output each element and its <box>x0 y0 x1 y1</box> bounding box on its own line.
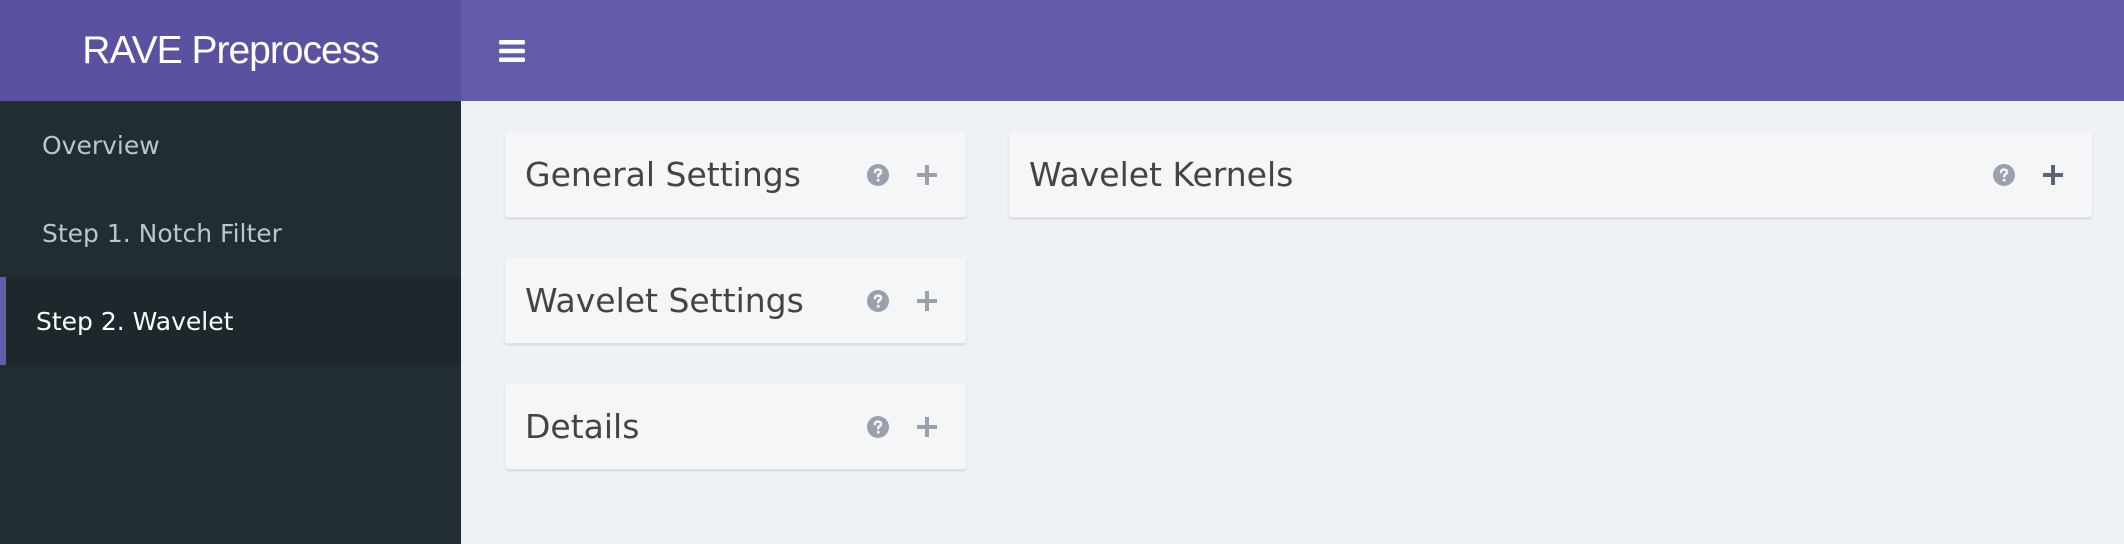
details-box: Details <box>505 384 966 470</box>
expand-button[interactable] <box>2042 164 2064 186</box>
app-title: RAVE Preprocess <box>82 28 379 72</box>
general-settings-box: General Settings <box>505 132 966 218</box>
top-navbar <box>461 0 2124 101</box>
sidebar-item-notch-filter[interactable]: Step 1. Notch Filter <box>0 189 461 277</box>
question-circle-icon <box>867 415 889 438</box>
sidebar-item-overview[interactable]: Overview <box>0 101 461 189</box>
box-tools <box>866 289 966 313</box>
sidebar-item-wavelet[interactable]: Step 2. Wavelet <box>0 277 461 365</box>
plus-icon <box>2043 164 2063 185</box>
box-title: Details <box>525 407 640 446</box>
sidebar: Overview Step 1. Notch Filter Step 2. Wa… <box>0 101 461 544</box>
expand-button[interactable] <box>916 290 938 312</box>
app: RAVE Preprocess Overview Step 1. Notch F… <box>0 0 2124 544</box>
box-tools <box>866 163 966 187</box>
sidebar-item-label: Overview <box>42 130 160 160</box>
question-circle-icon <box>867 289 889 312</box>
sidebar-toggle-button[interactable] <box>489 28 535 74</box>
plus-icon <box>917 416 937 437</box>
wavelet-settings-box: Wavelet Settings <box>505 258 966 344</box>
help-button[interactable] <box>866 163 890 187</box>
help-button[interactable] <box>1992 163 2016 187</box>
hamburger-menu-icon <box>499 39 525 62</box>
box-tools <box>866 415 966 439</box>
box-tools <box>1992 163 2092 187</box>
plus-icon <box>917 290 937 311</box>
header: RAVE Preprocess <box>0 0 2124 101</box>
wavelet-kernels-box: Wavelet Kernels <box>1009 132 2092 218</box>
help-button[interactable] <box>866 415 890 439</box>
expand-button[interactable] <box>916 416 938 438</box>
box-title: General Settings <box>525 155 801 194</box>
app-logo[interactable]: RAVE Preprocess <box>0 0 461 101</box>
expand-button[interactable] <box>916 164 938 186</box>
main-content: General Settings Wavelet Settings Detail… <box>461 101 2124 544</box>
sidebar-item-label: Step 1. Notch Filter <box>42 218 282 248</box>
box-title: Wavelet Kernels <box>1029 155 1294 194</box>
question-circle-icon <box>1993 163 2015 186</box>
question-circle-icon <box>867 163 889 186</box>
plus-icon <box>917 164 937 185</box>
sidebar-item-label: Step 2. Wavelet <box>36 306 234 336</box>
help-button[interactable] <box>866 289 890 313</box>
box-title: Wavelet Settings <box>525 281 804 320</box>
